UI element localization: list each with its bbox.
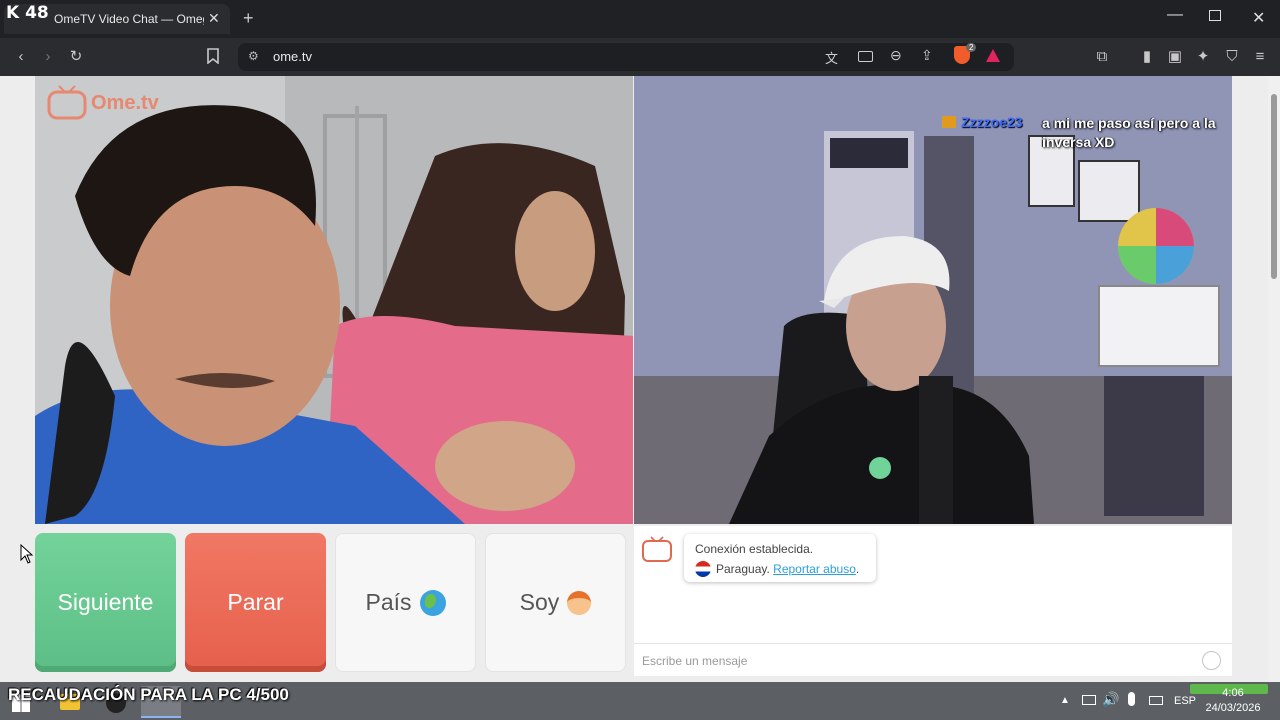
cast-icon[interactable] — [858, 51, 873, 62]
message-input[interactable] — [642, 651, 1182, 671]
new-tab-icon[interactable]: + — [243, 8, 254, 29]
clock-time: 4:06 — [1222, 687, 1244, 699]
stream-banner: RECAUDACIÓN PARA LA PC 4/500 — [8, 685, 289, 704]
stop-button[interactable]: Parar — [185, 533, 326, 672]
emoji-icon[interactable] — [1202, 651, 1221, 670]
reload-icon[interactable]: ↻ — [67, 48, 85, 66]
share-icon[interactable]: ⇪ — [921, 47, 933, 64]
next-button-label: Siguiente — [57, 589, 154, 615]
site-settings-icon[interactable]: ⚙ — [248, 49, 259, 63]
paraguay-flag-icon — [695, 561, 711, 577]
volume-icon[interactable]: 🔊 — [1102, 691, 1119, 708]
boy-avatar-icon — [567, 590, 592, 615]
rewards-icon[interactable] — [986, 49, 1000, 62]
gender-button-label: Soy — [519, 589, 560, 615]
country-name: Paraguay. — [716, 562, 770, 576]
chat-panel: Conexión establecida. Paraguay. Reportar… — [634, 526, 1232, 676]
back-icon[interactable]: ‹ — [12, 48, 30, 66]
clock-date: 24/03/2026 — [1205, 702, 1261, 714]
tab-title: OmeTV Video Chat — Omegle — [54, 12, 204, 26]
forward-icon[interactable]: › — [39, 48, 57, 66]
screenshot-icon[interactable]: ⧉ — [1093, 48, 1111, 66]
mouse-cursor-icon — [20, 544, 34, 564]
sidebar-icon[interactable]: ▮ — [1138, 48, 1156, 66]
scrollbar[interactable] — [1268, 76, 1280, 682]
browser-toolbar: ‹ › ↻ ⚙ ome.tv 文 ⊖ ⇪ 2 ⧉ ▮ ▣ ✦ ⛉ ≡ — [0, 38, 1280, 76]
leo-ai-icon[interactable]: ✦ — [1194, 48, 1212, 66]
network-icon[interactable] — [1082, 695, 1096, 705]
stream-overlay-badge: K 48 — [6, 3, 49, 23]
menu-icon[interactable]: ≡ — [1251, 48, 1269, 66]
chat-username: Zzzzoe23 — [961, 114, 1023, 130]
browser-tab-bar: OmeTV Video Chat — Omegle ✕ K 48 + — ✕ — [0, 0, 1280, 38]
url-text: ome.tv — [273, 49, 313, 64]
taskbar: RECAUDACIÓN PARA LA PC 4/500 ▲ 🔊 ESP 4:0… — [0, 682, 1280, 720]
ometv-logo: Ome.tv — [47, 84, 159, 120]
next-button[interactable]: Siguiente — [35, 533, 176, 672]
report-suffix: . — [855, 562, 860, 576]
minimize-icon[interactable]: — — [1167, 6, 1183, 24]
close-window-icon[interactable]: ✕ — [1252, 8, 1265, 28]
language-indicator[interactable]: ESP — [1174, 695, 1196, 707]
country-button-label: País — [365, 589, 412, 615]
address-bar[interactable]: ⚙ ome.tv 文 ⊖ ⇪ 2 — [238, 43, 1014, 71]
microphone-icon[interactable] — [1128, 692, 1135, 706]
logo-text: Ome.tv — [91, 92, 159, 114]
zoom-icon[interactable]: ⊖ — [890, 47, 902, 64]
connection-status: Conexión establecida. — [695, 542, 814, 556]
chat-input-bar — [634, 643, 1232, 676]
shield-count-badge: 2 — [966, 43, 977, 52]
gender-button[interactable]: Soy — [485, 533, 626, 672]
vpn-icon[interactable]: ⛉ — [1223, 48, 1241, 66]
country-button[interactable]: País — [335, 533, 476, 672]
stop-button-label: Parar — [227, 589, 284, 615]
ometv-logo-icon — [47, 85, 87, 120]
translate-icon[interactable]: 文 — [825, 48, 838, 67]
tab-close-icon[interactable]: ✕ — [208, 10, 220, 27]
chat-message-text: a mi me paso así pero a la inversa XD — [1042, 115, 1216, 150]
clock[interactable]: 4:06 24/03/2026 — [1200, 686, 1266, 716]
stranger-video: Ome.tv — [35, 76, 633, 524]
tray-chevron-icon[interactable]: ▲ — [1060, 695, 1070, 706]
battery-icon[interactable] — [1149, 696, 1163, 705]
wallet-icon[interactable]: ▣ — [1166, 48, 1184, 66]
bookmark-icon[interactable] — [206, 48, 224, 66]
globe-icon — [419, 589, 446, 616]
restore-icon[interactable] — [1209, 10, 1221, 21]
crown-icon — [942, 116, 956, 128]
ometv-chat-icon — [642, 536, 672, 562]
scrollbar-thumb[interactable] — [1271, 94, 1277, 279]
system-message-bubble: Conexión establecida. Paraguay. Reportar… — [684, 534, 876, 582]
self-video: Zzzzoe23 a mi me paso así pero a la inve… — [634, 76, 1232, 524]
report-abuse-link[interactable]: Reportar abuso — [773, 562, 856, 576]
country-line: Paraguay. Reportar abuso. — [695, 561, 859, 577]
